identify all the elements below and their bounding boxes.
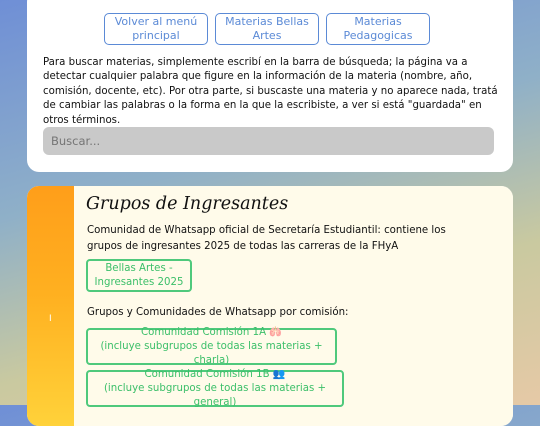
commission-1b-detail: (incluye subgrupos de todas las materias… (103, 382, 327, 408)
ingresantes-section: I Grupos de Ingresantes Comunidad de Wha… (27, 186, 513, 426)
commission-1b-title: Comunidad Comisión 1B 👥 (144, 368, 286, 380)
bellas-artes-subjects-button[interactable]: Materias Bellas Artes (215, 13, 319, 45)
search-input[interactable] (43, 127, 494, 155)
section-description: Comunidad de Whatsapp oficial de Secreta… (87, 225, 446, 252)
commission-1a-button[interactable]: Comunidad Comisión 1A 🫁 (incluye subgrup… (86, 326, 337, 366)
commission-1a-title: Comunidad Comisión 1A 🫁 (141, 326, 282, 338)
bellas-artes-ingresantes-button[interactable]: Bellas Artes - Ingresantes 2025 (86, 259, 192, 292)
pedagogical-subjects-button[interactable]: Materias Pedagogicas (326, 13, 430, 45)
back-to-menu-button[interactable]: Volver al menú principal (104, 13, 208, 45)
commission-1a-detail: (incluye subgrupos de todas las materias… (100, 340, 323, 366)
nav-button-row: Volver al menú principal Materias Bellas… (104, 13, 430, 45)
section-color-bar: I (27, 186, 74, 426)
section-marker: I (49, 314, 52, 324)
commission-1b-button[interactable]: Comunidad Comisión 1B 👥 (incluye subgrup… (86, 368, 344, 408)
section-content: Grupos de Ingresantes Comunidad de Whats… (74, 186, 513, 426)
search-panel: Volver al menú principal Materias Bellas… (27, 0, 513, 172)
search-instructions: Para buscar materias, simplemente escrib… (43, 57, 498, 126)
section-title: Grupos de Ingresantes (86, 194, 289, 214)
commission-subheading: Grupos y Comunidades de Whatsapp por com… (87, 307, 349, 318)
